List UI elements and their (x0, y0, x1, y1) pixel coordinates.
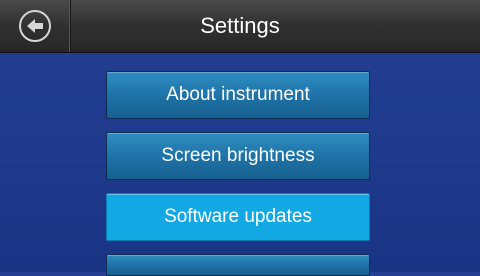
screen-brightness-button[interactable]: Screen brightness (106, 132, 370, 180)
settings-menu: About instrument Screen brightness Softw… (0, 0, 480, 276)
next-menu-button-partial[interactable] (106, 254, 370, 276)
software-updates-button[interactable]: Software updates (106, 193, 370, 241)
about-instrument-button[interactable]: About instrument (106, 71, 370, 119)
